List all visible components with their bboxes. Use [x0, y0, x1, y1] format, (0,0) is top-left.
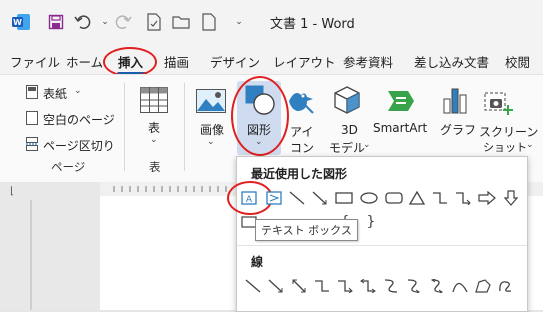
svg-text:W: W	[13, 18, 22, 27]
ribbon-tabs: ファイル ホーム 挿入 描画 デザイン レイアウト 参考資料 差し込み文書 校閲	[0, 44, 543, 75]
smartart-label: SmartArt	[373, 121, 428, 135]
3d-models-label-line2: モデル	[329, 141, 366, 155]
tab-mailings[interactable]: 差し込み文書	[414, 52, 489, 71]
tab-review[interactable]: 校閲	[505, 52, 530, 71]
image-icon	[196, 89, 226, 113]
chart-icon	[443, 88, 467, 114]
redo-icon[interactable]	[112, 11, 134, 33]
icons-button[interactable]: アイ コン	[285, 83, 317, 155]
line-elbow-arrow[interactable]	[335, 277, 355, 295]
screenshot-button[interactable]: スクリーン ショット ⌄	[476, 83, 539, 155]
open-folder-icon[interactable]	[170, 11, 192, 33]
document-margin-area: ⌊	[0, 182, 100, 310]
shape-triangle[interactable]	[407, 189, 427, 207]
smartart-icon	[388, 91, 414, 111]
table-button-label: 表	[148, 121, 161, 135]
save-icon[interactable]	[45, 11, 67, 33]
screenshot-icon	[484, 92, 513, 115]
group-separator	[184, 83, 185, 171]
word-logo-icon: W	[10, 11, 32, 33]
section-divider	[237, 245, 527, 246]
chevron-down-icon: ⌄	[526, 140, 534, 150]
icons-button-label-line2: コン	[290, 141, 315, 155]
cover-page-button[interactable]: 表紙 ⌄	[26, 83, 126, 103]
chevron-down-icon: ⌄	[207, 137, 215, 147]
screenshot-label-line1: スクリーン	[479, 125, 539, 139]
chevron-down-icon: ⌄	[150, 135, 158, 145]
blank-page-label: 空白のページ	[43, 113, 115, 127]
table-icon	[140, 87, 168, 113]
tab-draw[interactable]: 描画	[164, 52, 189, 71]
line-freeform[interactable]	[473, 277, 493, 295]
group-separator	[124, 83, 125, 171]
chart-button[interactable]: グラフ	[438, 83, 476, 139]
tab-design[interactable]: デザイン	[210, 52, 260, 71]
group-label-pages: ページ	[51, 160, 86, 174]
highlight-ellipse-shapes-button	[231, 76, 289, 156]
document-check-icon[interactable]	[143, 11, 165, 33]
shape-line[interactable]	[287, 189, 307, 207]
shape-right-arrow[interactable]	[477, 189, 497, 207]
table-button[interactable]: 表 ⌄	[136, 83, 172, 153]
image-button[interactable]: 画像 ⌄	[193, 83, 229, 153]
line-curved-arrow[interactable]	[404, 277, 424, 295]
icons-icon	[289, 93, 314, 114]
new-document-icon[interactable]	[198, 11, 220, 33]
3d-cube-icon	[334, 86, 360, 114]
tab-references[interactable]: 参考資料	[343, 52, 393, 71]
group-label-table: 表	[149, 160, 161, 174]
cover-page-icon	[26, 85, 38, 99]
tooltip-text-box: テキスト ボックス	[255, 219, 358, 241]
undo-icon[interactable]	[72, 11, 94, 33]
page-break-icon	[26, 137, 38, 151]
icons-button-label-line1: アイ	[290, 125, 314, 139]
line-scribble[interactable]	[496, 277, 516, 295]
shape-arrow-line[interactable]	[310, 189, 330, 207]
screenshot-label-line2: ショット	[483, 141, 527, 154]
shape-text-box-vertical[interactable]	[264, 189, 284, 207]
line-elbow-double-arrow[interactable]	[358, 277, 378, 295]
line-arrow[interactable]	[266, 277, 286, 295]
chevron-down-icon: ⌄	[74, 86, 82, 96]
title-bar: W ⌄ ⌄ 文書 1 - Word	[0, 0, 543, 44]
tab-file[interactable]: ファイル	[10, 52, 60, 71]
line-double-arrow[interactable]	[289, 277, 309, 295]
shape-elbow-arrow-connector[interactable]	[453, 189, 473, 207]
vertical-ruler	[30, 200, 32, 310]
smartart-button[interactable]: SmartArt	[372, 83, 430, 139]
shape-down-arrow[interactable]	[501, 189, 521, 207]
shape-rounded-rectangle[interactable]	[384, 189, 404, 207]
recent-shapes-heading: 最近使用した図形	[251, 167, 348, 181]
shape-rectangle[interactable]	[334, 189, 354, 207]
ruler-ticks	[113, 186, 227, 192]
line-straight[interactable]	[243, 277, 263, 295]
blank-page-icon	[26, 111, 38, 125]
tab-layout[interactable]: レイアウト	[273, 52, 336, 71]
shape-right-brace[interactable]: }	[361, 213, 381, 231]
customize-quick-access-icon[interactable]: ⌄	[228, 11, 250, 33]
3d-models-button[interactable]: 3D モデル ⌄	[325, 83, 371, 155]
shape-elbow-connector[interactable]	[430, 189, 450, 207]
shape-oval[interactable]	[359, 189, 379, 207]
document-title: 文書 1 - Word	[270, 17, 355, 32]
line-curved-connector[interactable]	[381, 277, 401, 295]
chevron-down-icon: ⌄	[363, 140, 371, 150]
tab-stop-icon[interactable]: ⌊	[10, 186, 14, 197]
cover-page-label: 表紙	[43, 87, 68, 101]
chart-label: グラフ	[440, 123, 477, 137]
page-break-button[interactable]: ページ区切り	[26, 135, 126, 155]
blank-page-button[interactable]: 空白のページ	[26, 109, 126, 129]
lines-heading: 線	[251, 255, 264, 269]
tab-home[interactable]: ホーム	[66, 52, 103, 71]
image-button-label: 画像	[200, 123, 225, 137]
line-curve[interactable]	[450, 277, 470, 295]
3d-models-label-line1: 3D	[341, 123, 358, 137]
page-break-label: ページ区切り	[43, 139, 115, 153]
highlight-ellipse-insert-tab	[103, 47, 157, 77]
line-elbow-connector[interactable]	[312, 277, 332, 295]
shapes-dropdown: 最近使用した図形 A { } テキスト ボックス	[227, 156, 528, 312]
line-curved-double-arrow[interactable]	[427, 277, 447, 295]
